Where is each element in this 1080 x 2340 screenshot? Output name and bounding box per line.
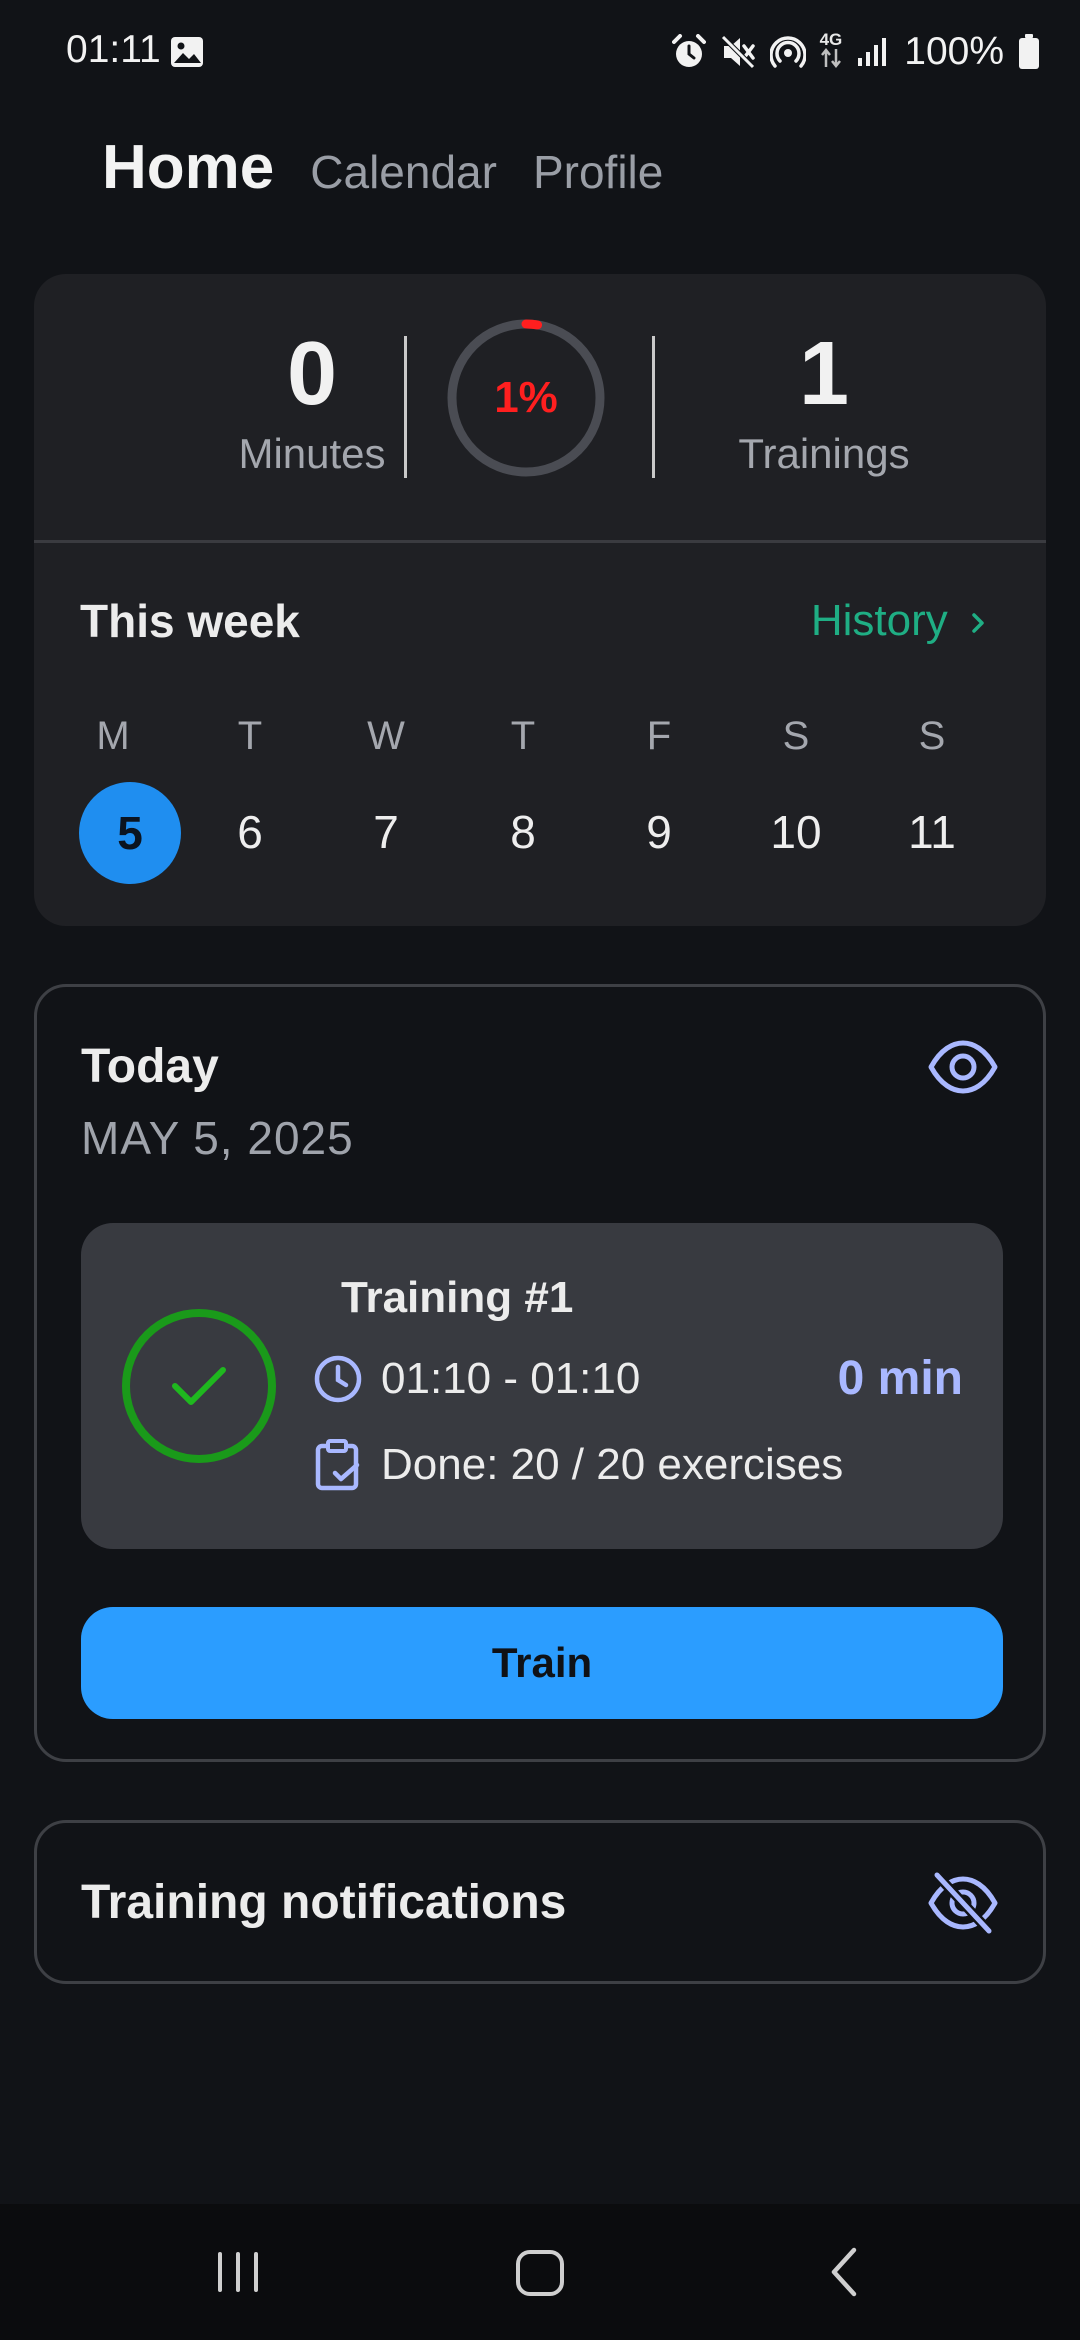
day-6[interactable]: 6 <box>200 782 300 882</box>
day-8[interactable]: 8 <box>473 782 573 882</box>
back-icon[interactable] <box>820 2242 868 2302</box>
minutes-stat: 0 Minutes <box>152 324 472 478</box>
clipboard-check-icon <box>315 1439 360 1491</box>
today-card: Today MAY 5, 2025 Training #1 01:10 - 01… <box>34 984 1046 1762</box>
progress-ring: 1% <box>446 318 606 478</box>
day-letter-fri: F <box>646 714 672 758</box>
trainings-value: 1 <box>798 324 850 424</box>
summary-card: 0 Minutes 1% 1 Trainings This week Histo… <box>34 274 1046 926</box>
day-letter-sun: S <box>918 714 946 758</box>
stat-divider <box>404 336 407 478</box>
day-11[interactable]: 11 <box>882 782 982 882</box>
week-title: This week <box>80 595 300 647</box>
tab-profile[interactable]: Profile <box>533 145 663 199</box>
data-arrows-icon: 4G <box>819 30 843 73</box>
tab-calendar[interactable]: Calendar <box>310 145 497 199</box>
day-letter-thu: T <box>510 714 536 758</box>
day-9[interactable]: 9 <box>609 782 709 882</box>
eye-icon[interactable] <box>927 1039 999 1100</box>
train-button[interactable]: Train <box>81 1607 1003 1719</box>
clock-icon <box>314 1355 362 1403</box>
signal-icon <box>858 38 887 66</box>
day-letter-tue: T <box>237 714 263 758</box>
progress-label: 1% <box>494 373 558 422</box>
hotspot-icon <box>769 36 806 68</box>
training-duration: 0 min <box>837 1352 963 1405</box>
status-time: 01:11 <box>66 28 161 71</box>
today-title: Today <box>81 1040 219 1093</box>
tab-home[interactable]: Home <box>102 132 274 203</box>
training-time-row: 01:10 - 01:10 <box>313 1349 640 1409</box>
training-title: Training #1 <box>341 1273 574 1322</box>
trainings-stat: 1 Trainings <box>650 324 998 478</box>
home-screen: 01:11 4G 100% Home Calendar Profile 0 Mi… <box>0 0 1080 2340</box>
minutes-value: 0 <box>286 324 338 424</box>
completed-check-icon <box>122 1309 276 1463</box>
day-letter-mon: M <box>96 714 130 758</box>
trainings-label: Trainings <box>738 430 910 477</box>
training-time-range: 01:10 - 01:10 <box>381 1354 641 1403</box>
eye-off-icon[interactable] <box>927 1871 999 1940</box>
today-date: MAY 5, 2025 <box>81 1112 354 1164</box>
chevron-right-icon <box>972 613 984 633</box>
history-link[interactable]: History <box>811 596 990 646</box>
day-10[interactable]: 10 <box>746 782 846 882</box>
network-type: 4G <box>819 30 843 49</box>
battery-icon <box>1019 34 1039 69</box>
training-done-count: Done: 20 / 20 exercises <box>381 1440 844 1489</box>
summary-divider <box>34 540 1046 543</box>
home-icon[interactable] <box>512 2242 568 2302</box>
training-done-row: Done: 20 / 20 exercises <box>313 1435 843 1495</box>
day-letter-sat: S <box>782 714 810 758</box>
day-letter-wed: W <box>367 714 405 758</box>
notifications-title: Training notifications <box>81 1876 567 1929</box>
training-notifications-card[interactable]: Training notifications <box>34 1820 1046 1984</box>
status-bar: 01:11 4G 100% <box>0 0 1080 104</box>
system-nav-bar <box>0 2204 1080 2340</box>
alarm-icon <box>671 34 706 67</box>
top-nav: Home Calendar Profile <box>102 132 663 212</box>
recent-apps-icon[interactable] <box>214 2242 262 2302</box>
day-5-selected[interactable]: 5 <box>79 782 181 884</box>
mute-icon <box>720 35 755 69</box>
day-7[interactable]: 7 <box>336 782 436 882</box>
minutes-label: Minutes <box>238 430 386 477</box>
battery-percent: 100% <box>904 30 1004 73</box>
history-label: History <box>810 596 948 645</box>
status-icons: 4G 100% <box>671 30 1040 74</box>
training-item[interactable]: Training #1 01:10 - 01:10 0 min Done: 20… <box>81 1223 1003 1549</box>
gallery-icon <box>170 36 204 73</box>
